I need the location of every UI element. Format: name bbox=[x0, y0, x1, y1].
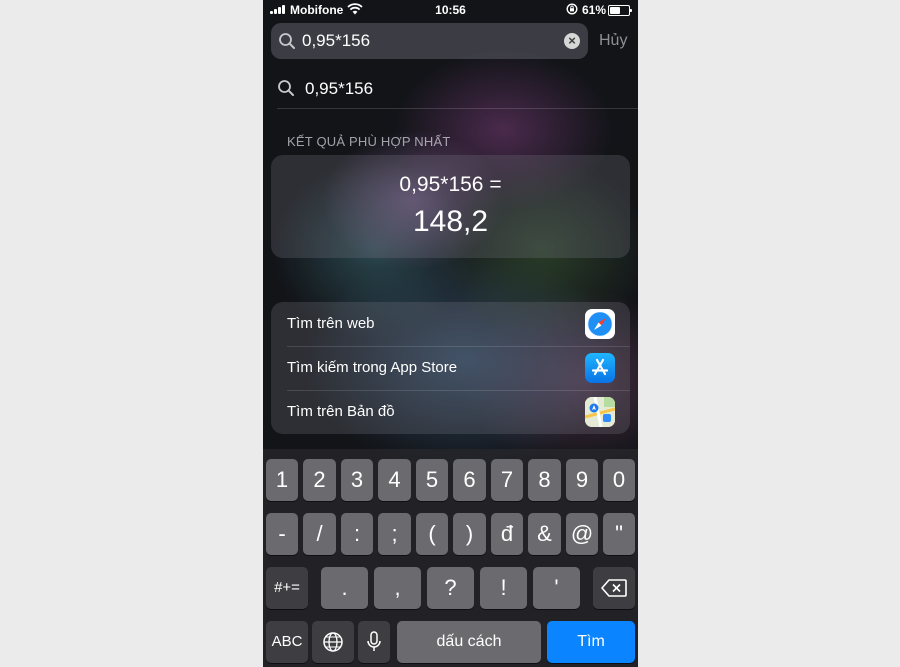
key-ampersand[interactable]: & bbox=[528, 513, 561, 555]
safari-icon bbox=[585, 309, 615, 339]
key-5[interactable]: 5 bbox=[416, 459, 448, 501]
calc-result: 148,2 bbox=[412, 205, 489, 238]
key-semicolon[interactable]: ; bbox=[378, 513, 411, 555]
clear-icon[interactable]: × bbox=[564, 33, 580, 49]
search-actions: Tìm trên web Tìm kiếm trong App Store Tì… bbox=[271, 302, 630, 434]
key-question[interactable]: ? bbox=[427, 567, 474, 609]
key-7[interactable]: 7 bbox=[491, 459, 523, 501]
calculator-result-card[interactable]: 0,95*156 = 148,2 bbox=[271, 155, 630, 258]
maps-icon bbox=[585, 397, 615, 427]
status-bar: Mobifone 10:56 61% bbox=[263, 0, 638, 20]
backspace-key[interactable] bbox=[593, 567, 635, 609]
key-0[interactable]: 0 bbox=[603, 459, 635, 501]
search-icon bbox=[278, 32, 296, 55]
key-period[interactable]: . bbox=[321, 567, 368, 609]
key-close-paren[interactable]: ) bbox=[453, 513, 486, 555]
divider bbox=[277, 108, 638, 109]
section-title: KẾT QUẢ PHÙ HỢP NHẤT bbox=[287, 134, 451, 149]
search-app-store-item[interactable]: Tìm kiếm trong App Store bbox=[271, 346, 630, 390]
microphone-key[interactable] bbox=[358, 621, 390, 663]
key-6[interactable]: 6 bbox=[453, 459, 486, 501]
key-hyphen[interactable]: - bbox=[266, 513, 298, 555]
search-icon bbox=[277, 79, 295, 102]
search-maps-item[interactable]: Tìm trên Bản đồ bbox=[271, 390, 630, 434]
backspace-icon bbox=[601, 579, 627, 597]
key-abc[interactable]: ABC bbox=[266, 621, 308, 663]
action-label: Tìm trên web bbox=[287, 315, 375, 332]
key-colon[interactable]: : bbox=[341, 513, 373, 555]
key-2[interactable]: 2 bbox=[303, 459, 336, 501]
keyboard: 1 2 3 4 5 6 7 8 9 0 - / : ; ( ) đ & @ " … bbox=[263, 449, 638, 667]
key-3[interactable]: 3 bbox=[341, 459, 373, 501]
globe-key[interactable] bbox=[312, 621, 354, 663]
search-suggestion[interactable]: 0,95*156 bbox=[277, 76, 638, 106]
phone-screen: Mobifone 10:56 61% 0,95*156 × Hủy 0,95*1… bbox=[263, 0, 638, 667]
calc-expression: 0,95*156 = bbox=[399, 173, 502, 196]
action-label: Tìm trên Bản đồ bbox=[287, 403, 395, 420]
key-slash[interactable]: / bbox=[303, 513, 336, 555]
key-8[interactable]: 8 bbox=[528, 459, 561, 501]
cancel-button[interactable]: Hủy bbox=[599, 32, 627, 50]
search-field[interactable]: 0,95*156 × bbox=[271, 23, 588, 59]
globe-icon bbox=[323, 632, 343, 652]
key-1[interactable]: 1 bbox=[266, 459, 298, 501]
app-store-icon bbox=[585, 353, 615, 383]
key-exclamation[interactable]: ! bbox=[480, 567, 527, 609]
search-web-item[interactable]: Tìm trên web bbox=[271, 302, 630, 346]
search-key[interactable]: Tìm bbox=[547, 621, 635, 663]
microphone-icon bbox=[367, 631, 381, 651]
battery-icon bbox=[608, 5, 632, 16]
key-comma[interactable]: , bbox=[374, 567, 421, 609]
key-9[interactable]: 9 bbox=[566, 459, 598, 501]
key-d-stroke[interactable]: đ bbox=[491, 513, 523, 555]
action-label: Tìm kiếm trong App Store bbox=[287, 359, 458, 376]
key-quote[interactable]: " bbox=[603, 513, 635, 555]
key-4[interactable]: 4 bbox=[378, 459, 411, 501]
key-apostrophe[interactable]: ' bbox=[533, 567, 580, 609]
rotation-lock-icon bbox=[566, 3, 578, 18]
key-open-paren[interactable]: ( bbox=[416, 513, 448, 555]
search-query[interactable]: 0,95*156 bbox=[302, 31, 370, 51]
key-symbols[interactable]: #+= bbox=[266, 567, 308, 609]
battery-percent: 61% bbox=[582, 3, 607, 17]
suggestion-text: 0,95*156 bbox=[305, 79, 374, 98]
space-key[interactable]: dấu cách bbox=[397, 621, 541, 663]
key-at[interactable]: @ bbox=[566, 513, 598, 555]
